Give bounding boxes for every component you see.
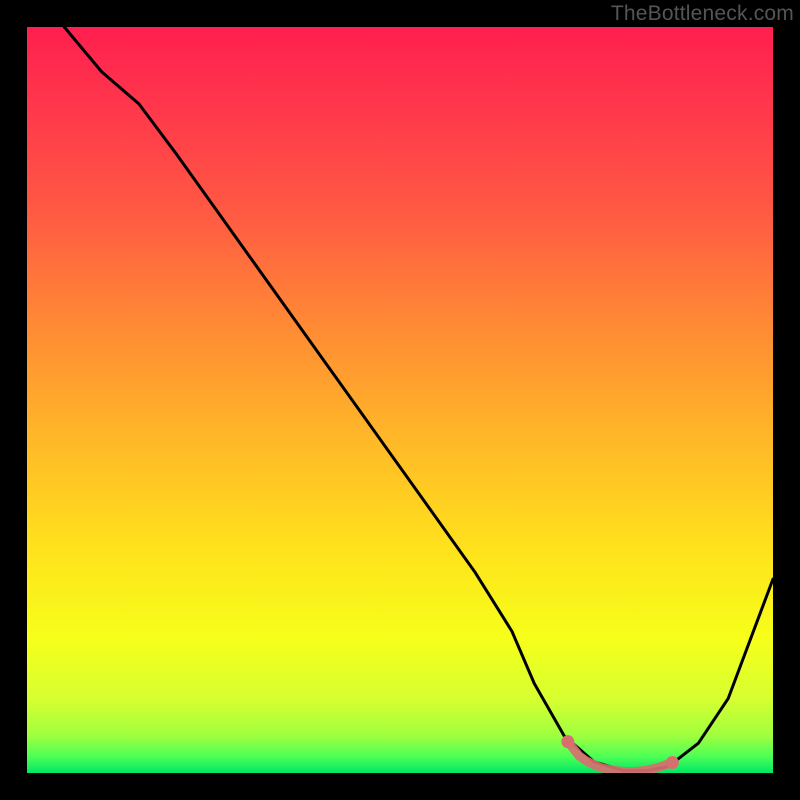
highlight-marker xyxy=(561,735,574,748)
watermark-text: TheBottleneck.com xyxy=(611,2,794,26)
bottleneck-chart xyxy=(27,27,773,773)
plot-background xyxy=(27,27,773,773)
highlight-marker xyxy=(666,756,679,769)
chart-frame: TheBottleneck.com xyxy=(0,0,800,800)
